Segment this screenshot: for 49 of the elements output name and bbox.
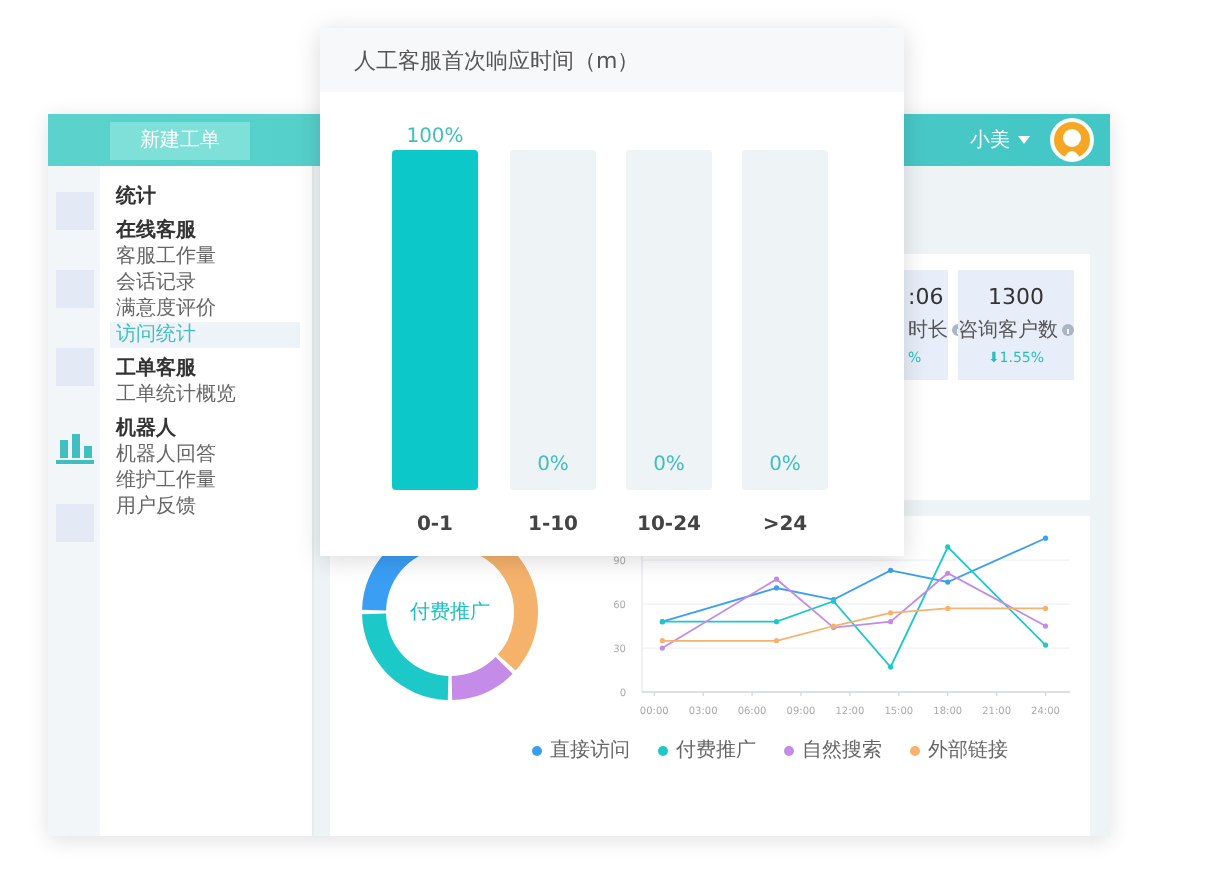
avatar-icon[interactable] xyxy=(1050,118,1094,162)
data-point xyxy=(945,605,951,612)
data-point xyxy=(1042,605,1049,612)
popup-title: 人工客服首次响应时间（m） xyxy=(320,28,904,92)
data-point xyxy=(831,598,837,604)
nav-title: 统计 xyxy=(113,184,158,210)
nav-section-title: 在线客服 xyxy=(113,218,198,244)
donut-center-label: 付费推广 xyxy=(410,599,490,626)
nav-item[interactable]: 客服工作量 xyxy=(110,244,300,270)
nav-item[interactable]: 机器人回答 xyxy=(110,442,300,468)
bar-value-label: 0% xyxy=(537,454,569,476)
stat-label: 时长 xyxy=(908,317,948,344)
data-point xyxy=(888,619,894,625)
stat-value: :06 xyxy=(908,284,944,310)
legend-label: 外部链接 xyxy=(928,737,1008,764)
data-point xyxy=(888,664,894,670)
category-label: 1-10 xyxy=(527,514,579,536)
stat-value: 1300 xyxy=(988,284,1044,310)
data-point xyxy=(1042,623,1049,629)
nav-item[interactable]: 维护工作量 xyxy=(110,468,300,494)
data-point xyxy=(945,570,951,576)
data-point xyxy=(888,610,894,616)
category-label: 10-24 xyxy=(637,514,701,536)
legend-label: 直接访问 xyxy=(550,737,630,764)
data-point xyxy=(1042,535,1049,541)
data-point xyxy=(945,544,951,550)
data-point xyxy=(773,585,780,591)
bar-value-label: 100% xyxy=(406,126,464,148)
caret-icon[interactable] xyxy=(1018,136,1030,144)
data-point xyxy=(773,619,780,625)
data-point xyxy=(1042,642,1049,648)
data-point xyxy=(831,623,837,629)
nav-item[interactable]: 满意度评价 xyxy=(110,296,300,322)
legend-label: 付费推广 xyxy=(676,737,756,764)
nav-item[interactable]: 工单统计概览 xyxy=(110,382,300,408)
legend-label: 自然搜索 xyxy=(802,737,882,764)
nav-section-title: 工单客服 xyxy=(114,356,198,382)
data-point xyxy=(773,576,780,582)
nav-item[interactable]: 会话记录 xyxy=(110,270,300,296)
bar-value-label: 0% xyxy=(653,454,685,476)
category-label: >24 xyxy=(762,514,808,536)
category-label: 0-1 xyxy=(416,514,454,536)
bar-value-label: 0% xyxy=(769,454,801,476)
data-point xyxy=(945,579,951,585)
stat-label: 咨询客户数 xyxy=(958,317,1058,344)
nav-section-title: 机器人 xyxy=(113,416,178,442)
data-point xyxy=(773,638,780,644)
data-point xyxy=(888,567,894,573)
nav-item[interactable]: 用户反馈 xyxy=(110,494,300,520)
